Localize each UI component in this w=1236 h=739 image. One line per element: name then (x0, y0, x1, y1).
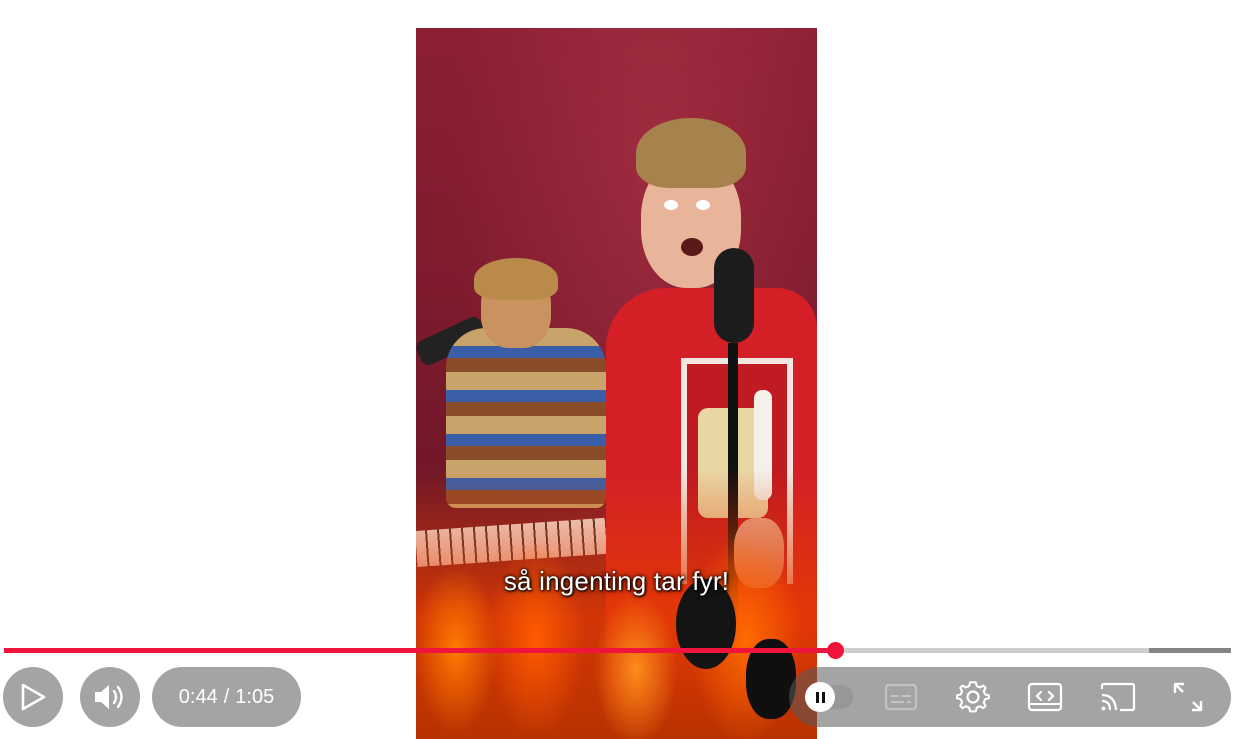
played-bar (4, 648, 835, 653)
current-time: 0:44 (178, 685, 218, 708)
subtitles-icon (884, 683, 918, 711)
time-display: 0:44 / 1:05 (152, 667, 301, 727)
play-icon (21, 683, 46, 711)
right-controls (789, 667, 1231, 727)
fullscreen-button[interactable] (1168, 677, 1208, 717)
miniplayer-button[interactable] (1025, 677, 1065, 717)
video-caption: så ingenting tar fyr! (503, 566, 730, 596)
pause-icon (805, 682, 835, 712)
fullscreen-icon (1173, 682, 1203, 712)
volume-icon (95, 685, 123, 709)
play-button[interactable] (3, 667, 63, 727)
time-separator: / (223, 685, 230, 708)
settings-gear-icon (956, 681, 990, 713)
subtitles-button[interactable] (881, 677, 921, 717)
video-frame[interactable] (416, 28, 817, 739)
miniplayer-icon (1027, 682, 1063, 712)
autoplay-toggle[interactable] (805, 682, 853, 712)
cast-button[interactable] (1098, 677, 1138, 717)
scrubber-handle[interactable] (826, 642, 844, 659)
progress-bar[interactable] (4, 642, 1231, 659)
video-player: så ingenting tar fyr! 0:44 / 1:05 (0, 0, 1236, 739)
fire-overlay (416, 469, 817, 739)
duration: 1:05 (235, 685, 275, 708)
settings-button[interactable] (953, 677, 993, 717)
volume-button[interactable] (80, 667, 140, 727)
cast-icon (1100, 682, 1136, 712)
